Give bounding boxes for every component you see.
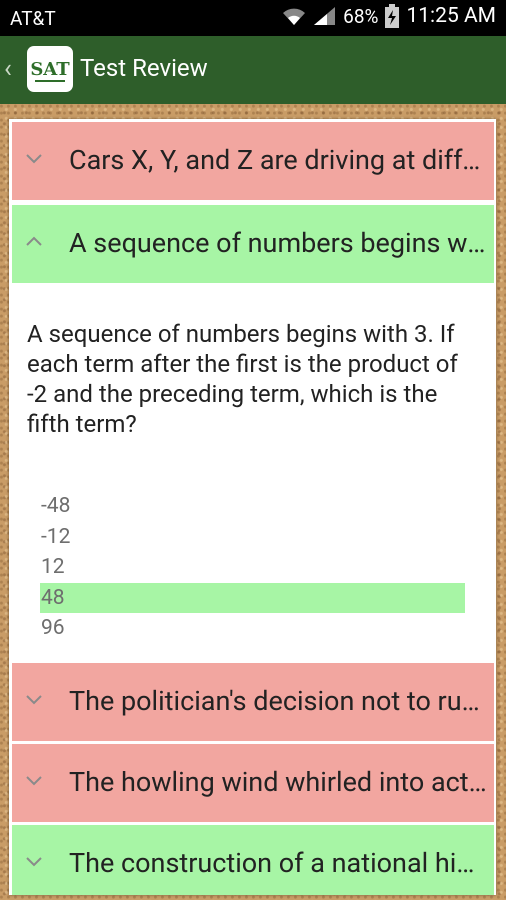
- question-detail: A sequence of numbers begins with 3. If …: [12, 297, 494, 668]
- chevron-down-icon: [26, 776, 42, 786]
- chevron-down-icon: [26, 154, 42, 164]
- answer-option: -48: [41, 494, 71, 518]
- question-row-5[interactable]: The construction of a national highway: [12, 825, 494, 895]
- question-row-4[interactable]: The howling wind whirled into action: [12, 744, 494, 822]
- status-indicators: 68% 11:25 AM: [281, 4, 496, 28]
- cork-background: Cars X, Y, and Z are driving at differen…: [0, 104, 506, 900]
- question-summary: Cars X, Y, and Z are driving at differen…: [69, 144, 489, 176]
- question-summary: The construction of a national highway: [69, 847, 489, 879]
- chevron-down-icon: [26, 695, 42, 705]
- question-summary: The howling wind whirled into action: [69, 766, 489, 798]
- question-row-1[interactable]: Cars X, Y, and Z are driving at differen…: [12, 122, 494, 200]
- status-bar: AT&T 68% 11:25 AM: [0, 0, 506, 36]
- signal-icon: [314, 7, 336, 25]
- question-row-3[interactable]: The politician's decision not to run for…: [12, 663, 494, 741]
- question-full-text: A sequence of numbers begins with 3. If …: [27, 320, 458, 438]
- chevron-up-icon: [26, 236, 42, 246]
- app-logo[interactable]: SAT: [27, 46, 73, 92]
- back-chevron-icon[interactable]: ‹: [4, 54, 12, 84]
- carrier-label: AT&T: [10, 7, 56, 30]
- battery-charging-icon: [385, 4, 400, 28]
- question-summary: A sequence of numbers begins with 3. If …: [69, 227, 489, 259]
- answer-options: -48 -12 12 48 96: [40, 491, 465, 644]
- chevron-down-icon: [26, 857, 42, 867]
- page-title: Test Review: [80, 54, 208, 82]
- answer-option: 12: [41, 555, 65, 579]
- answer-option: -12: [41, 524, 71, 549]
- review-card: Cars X, Y, and Z are driving at differen…: [9, 119, 496, 895]
- battery-percent: 68%: [343, 4, 379, 28]
- question-row-2[interactable]: A sequence of numbers begins with 3. If …: [12, 205, 494, 283]
- question-summary: The politician's decision not to run for…: [69, 685, 489, 717]
- app-logo-text: SAT: [30, 58, 70, 80]
- answer-option-selected: 48: [40, 582, 465, 613]
- wifi-icon: [283, 8, 306, 25]
- clock: 11:25 AM: [406, 4, 496, 28]
- answer-option: 96: [41, 616, 65, 640]
- action-bar: ‹ SAT Test Review: [0, 36, 506, 104]
